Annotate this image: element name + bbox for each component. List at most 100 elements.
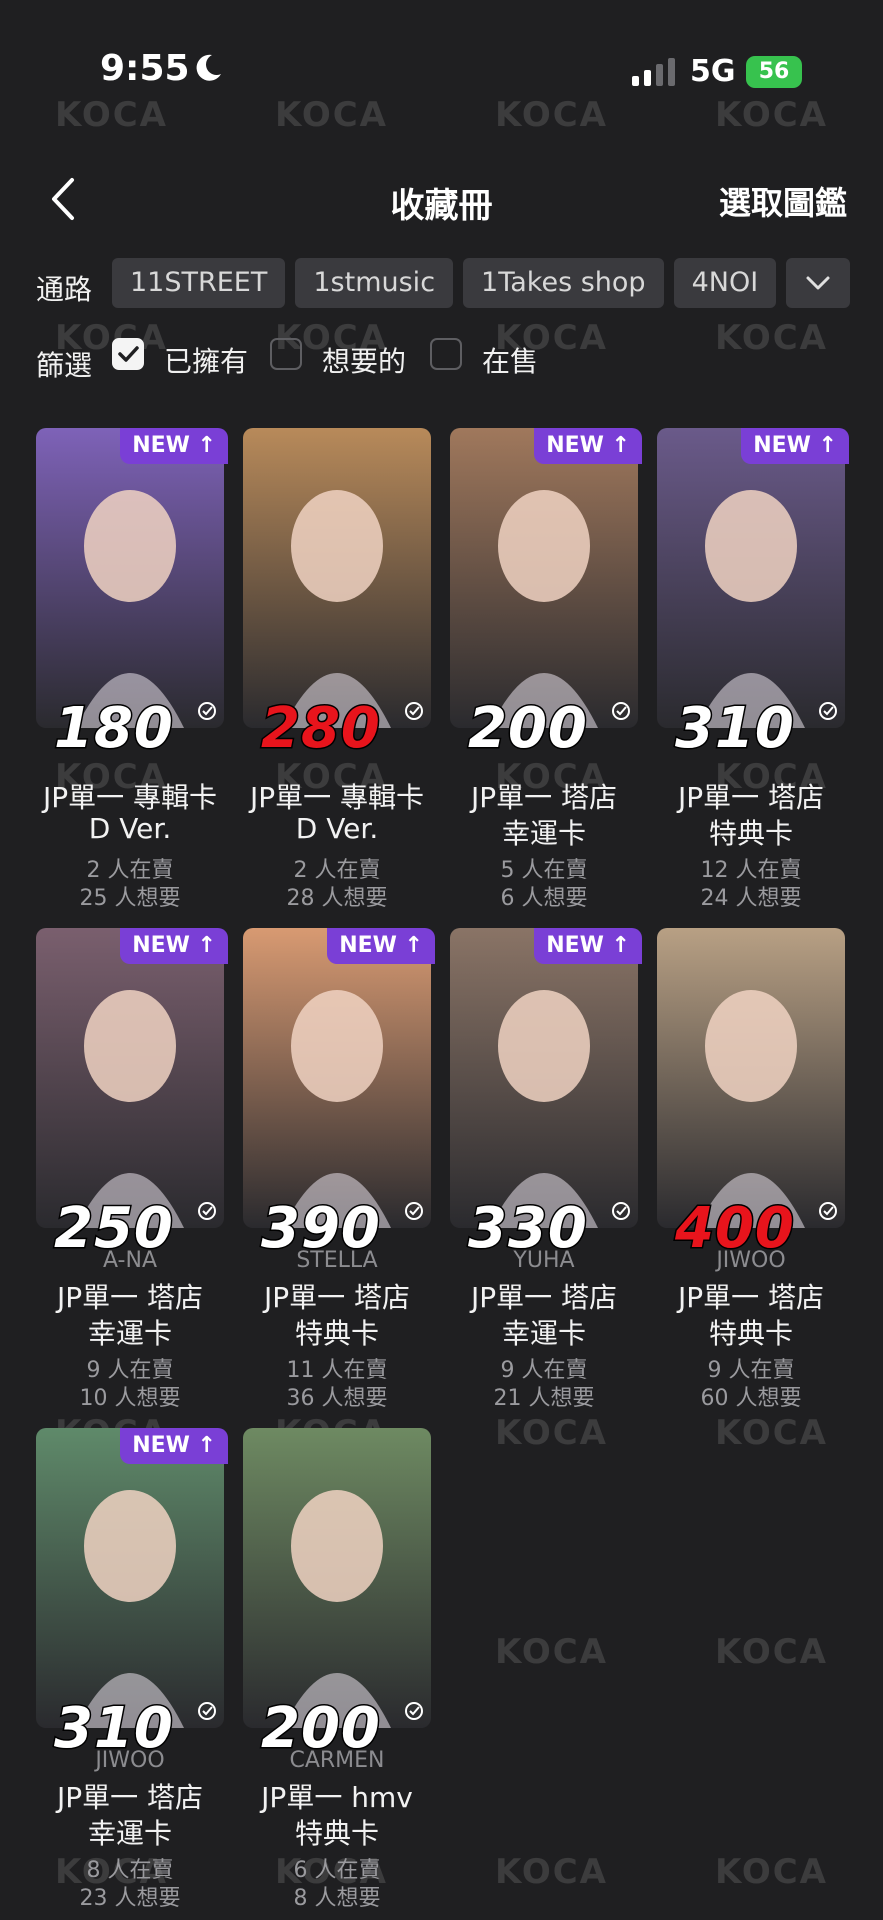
new-badge: NEW ↑ [120,428,228,464]
on-sale-checkbox[interactable] [430,338,462,370]
photo-placeholder [450,428,638,728]
new-badge: NEW ↑ [534,428,642,464]
watermark-text: KOCA [715,1852,828,1892]
owned-label[interactable]: 已擁有 [164,340,248,380]
photocard-image[interactable] [450,428,638,728]
card-version-line1: JP單一 塔店 [470,781,618,814]
watermark-text: KOCA [715,1413,828,1453]
select-collection-button[interactable]: 選取圖鑑 [719,178,847,224]
owned-check-icon [198,702,216,720]
member-name: JIWOO [95,1748,165,1773]
channel-chip[interactable]: 1Takes shop [463,258,664,308]
member-name: A-NA [102,1248,157,1273]
wanting-count: 36 人想要 [286,1386,388,1411]
card-version-line2: 幸運卡 [501,817,586,850]
card-version-line1: JP單一 塔店 [470,1281,618,1314]
card-version-line1: JP單一 塔店 [263,1281,411,1314]
card-version-line2: D Ver. [295,812,379,845]
moon-icon [196,54,221,81]
card-version-line2: 幸運卡 [501,1317,586,1350]
wanting-count: 24 人想要 [700,886,802,911]
watermark-text: KOCA [275,95,388,135]
owned-check-icon [405,702,423,720]
on-sale-label[interactable]: 在售 [482,340,538,380]
wanting-count: 21 人想要 [493,1386,595,1411]
owned-check-icon [405,1702,423,1720]
photocard-image[interactable] [36,928,224,1228]
photocard-image[interactable] [243,428,431,728]
price-label: 280 [260,695,382,763]
card-version-line2: 特典卡 [708,817,793,850]
card-version-line2: 幸運卡 [87,1317,172,1350]
channel-chip[interactable]: 11STREET [112,258,286,308]
card-version-line1: JP單一 hmv [261,1781,413,1814]
owned-check-icon [198,1702,216,1720]
photo-placeholder [243,1428,431,1728]
photocard-image[interactable] [243,928,431,1228]
owned-check-icon [612,1202,630,1220]
status-time: 9:55 [100,48,190,89]
battery-icon: 56 [746,56,802,88]
card-version-line2: 特典卡 [294,1317,379,1350]
photo-placeholder [36,1428,224,1728]
card-version-line1: JP單一 塔店 [677,781,825,814]
wanting-count: 60 人想要 [700,1386,802,1411]
watermark-text: KOCA [55,95,168,135]
watermark-text: KOCA [715,95,828,135]
photo-placeholder [243,428,431,728]
photocard-image[interactable] [450,928,638,1228]
owned-checkbox[interactable] [112,338,144,370]
channel-dropdown-button[interactable] [786,258,850,308]
watermark-text: KOCA [495,95,608,135]
watermark-text: KOCA [495,1413,608,1453]
owned-check-icon [819,702,837,720]
member-name: CARMEN [289,1748,385,1773]
owned-check-icon [198,1202,216,1220]
filter-label: 篩選 [36,349,93,382]
new-badge: NEW ↑ [120,928,228,964]
member-name: YUHA [513,1248,575,1273]
wanted-checkbox[interactable] [270,338,302,370]
price-label: 180 [53,695,175,763]
wanting-count: 28 人想要 [286,886,388,911]
photocard-image[interactable] [243,1428,431,1728]
new-badge: NEW ↑ [120,1428,228,1464]
card-version-line2: D Ver. [88,812,172,845]
status-filter-row: 篩選 已擁有 想要的 在售 [0,334,883,384]
photo-placeholder [657,428,845,728]
network-label: 5G [690,54,736,89]
owned-check-icon [819,1202,837,1220]
card-version-line1: JP單一 專輯卡 [42,781,218,814]
photo-placeholder [243,928,431,1228]
owned-check-icon [405,1202,423,1220]
watermark-text: KOCA [715,1632,828,1672]
card-version-line1: JP單一 專輯卡 [249,781,425,814]
nav-bar: 收藏冊 選取圖鑑 [0,160,883,240]
photocard-image[interactable] [36,1428,224,1728]
new-badge: NEW ↑ [534,928,642,964]
channel-chip[interactable]: 1stmusic [295,258,454,308]
watermark-text: KOCA [495,1852,608,1892]
wanting-count: 23 人想要 [79,1886,181,1911]
signal-icon [632,58,675,86]
price-label: 200 [467,695,589,763]
channel-label: 通路 [36,273,93,306]
member-name: STELLA [296,1248,378,1273]
channel-chip[interactable]: 4NOI [673,258,777,308]
photocard-image[interactable] [36,428,224,728]
watermark-text: KOCA [495,1632,608,1672]
photocard-image[interactable] [657,428,845,728]
photocard-image[interactable] [657,928,845,1228]
photo-placeholder [657,928,845,1228]
wanted-label[interactable]: 想要的 [322,340,406,380]
wanting-count: 25 人想要 [79,886,181,911]
card-version-line2: 特典卡 [294,1817,379,1850]
price-label: 310 [674,695,796,763]
photo-placeholder [36,928,224,1228]
photo-placeholder [36,428,224,728]
new-badge: NEW ↑ [741,428,849,464]
channel-filter-row: 通路 11STREET 1stmusic 1Takes shop 4NOI [0,258,883,310]
card-version-line2: 特典卡 [708,1317,793,1350]
card-version-line1: JP單一 塔店 [56,1281,204,1314]
owned-check-icon [612,702,630,720]
